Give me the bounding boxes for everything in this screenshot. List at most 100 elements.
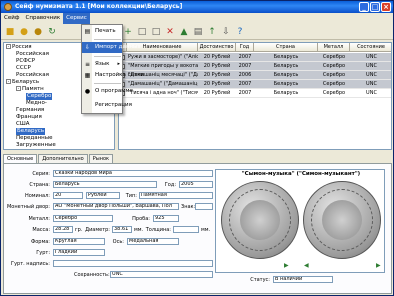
tree-node-belarus-group[interactable]: - Беларусь — [6, 79, 39, 86]
tree-node-copper-nickel[interactable]: Медно- — [26, 100, 47, 107]
edge-field[interactable]: Гладкий — [53, 249, 105, 256]
shape-label: Форма: — [30, 239, 50, 245]
menu-safe[interactable]: Сейф — [1, 13, 23, 24]
main-window: Сейф нумизмата 1.1 [Мои коллекции\Белару… — [0, 0, 394, 296]
mass-unit: гр. — [75, 227, 83, 233]
tree-node-france[interactable]: Франция — [16, 114, 42, 121]
fineness-field[interactable]: 925 — [153, 215, 179, 222]
diameter-field[interactable]: 38.61 — [112, 226, 132, 233]
export-icon[interactable]: ⇩ — [220, 26, 232, 38]
coin-stack-icon[interactable]: ● — [32, 26, 44, 38]
copy-icon[interactable]: □ — [136, 26, 148, 38]
cell-country: Беларусь — [273, 72, 299, 78]
table-row[interactable]: "Дамашаніц" ("Дамашаніц- 20 Рублей 2007 … — [119, 80, 391, 89]
language-icon: ≡ — [84, 61, 91, 68]
cell-condition: UNC — [366, 90, 377, 96]
tree-node-silver[interactable]: Серебро — [26, 93, 53, 100]
title-bar: Сейф нумизмата 1.1 [Мои коллекции\Белару… — [1, 1, 393, 13]
tab-additional[interactable]: Дополнительно — [38, 154, 88, 163]
coin-photo-caption: "Сымон-музыка" ("Симон-музыкант") — [241, 171, 361, 177]
mark-field[interactable] — [195, 203, 213, 210]
mass-label: Масса: — [32, 227, 50, 233]
arrow-up-icon[interactable]: ↑ — [206, 26, 218, 38]
table-row[interactable]: "Мягкие пригоды у вокоталі" ("Пр 20 Рубл… — [119, 62, 391, 71]
tab-market[interactable]: Рынок — [88, 154, 114, 163]
tree-node-ussr[interactable]: СССР — [16, 65, 31, 72]
menu-item-registration[interactable]: Регистрация — [82, 100, 132, 111]
details-panel: Серия: Сказки народов мира Страна: Белар… — [3, 163, 392, 294]
close-button[interactable]: × — [381, 2, 391, 12]
table-row[interactable]: "Дамашаніц месячаці" ("Дамашаніц 20 Рубл… — [119, 71, 391, 80]
cell-denomination: 20 Рублей — [203, 81, 231, 87]
menu-item-language[interactable]: ≡ Язык ▸ — [82, 59, 122, 70]
table-row[interactable]: Ружи в засмосторе)" ("Аліса ў к 20 Рубле… — [119, 53, 391, 62]
obverse-next-arrow-icon[interactable]: ▶ — [284, 262, 289, 269]
add-icon[interactable]: + — [122, 26, 134, 38]
tree-node-russian-federation[interactable]: Российская — [16, 72, 49, 79]
coin-icon[interactable]: ● — [18, 26, 30, 38]
tree-node-loaded[interactable]: Загруженные — [16, 142, 56, 149]
metal-label: Металл: — [28, 216, 50, 222]
edge-inscription-field[interactable] — [53, 260, 213, 267]
type-label: Тип: — [125, 193, 137, 199]
cell-year: 2007 — [238, 81, 252, 87]
cell-year: 2007 — [238, 63, 252, 69]
minimize-button[interactable]: _ — [359, 2, 369, 12]
reverse-next-arrow-icon[interactable]: ▶ — [376, 262, 381, 269]
menu-reference[interactable]: Справочник — [23, 13, 64, 24]
grid-col-country[interactable]: Страна — [254, 43, 318, 52]
menu-separator — [94, 83, 121, 84]
tree-node-transferred[interactable]: Переданные — [16, 135, 53, 142]
type-field[interactable]: Памятная — [139, 192, 213, 199]
tree-node-russia[interactable]: - Россия — [6, 44, 32, 51]
tree-node-rsfsr[interactable]: РСФСР — [16, 58, 35, 65]
tree-node-usa[interactable]: США — [16, 121, 29, 128]
coin-obverse-image[interactable] — [221, 181, 299, 259]
delete-icon[interactable]: ✕ — [164, 26, 176, 38]
thickness-field[interactable] — [173, 226, 199, 233]
denomination-label: Номинал: — [24, 193, 50, 199]
tree-node-belarus[interactable]: Беларусь — [16, 128, 46, 135]
reverse-prev-arrow-icon[interactable]: ◀ — [304, 262, 309, 269]
cell-denomination: 20 Рублей — [203, 90, 231, 96]
grid-header: Наименование Достоинство Год Страна Мета… — [119, 43, 391, 52]
grid-col-denomination[interactable]: Достоинство — [198, 43, 236, 52]
status-field[interactable]: В наличии — [273, 276, 333, 283]
series-field[interactable]: Сказки народов мира — [53, 170, 213, 177]
table-row[interactable]: "Тисяча і адна ноч" ("Тисяча и одна 20 Р… — [119, 89, 391, 98]
status-label: Статус: — [250, 277, 270, 283]
safety-field[interactable]: UNC — [110, 271, 213, 278]
cell-condition: UNC — [366, 81, 377, 87]
edge-label: Гурт: — [36, 250, 50, 256]
help-icon[interactable]: ? — [234, 26, 246, 38]
open-folder-icon[interactable]: ■ — [4, 26, 16, 38]
currency-field[interactable]: Рублей — [86, 192, 120, 199]
tree-node-germany[interactable]: Германия — [16, 107, 44, 114]
menu-item-grid-settings[interactable]: ▦ Настройка сетки — [82, 70, 144, 81]
fineness-label: Проба: — [132, 216, 150, 222]
tree-node-commemorative[interactable]: - Памятн — [16, 86, 44, 93]
shape-field[interactable]: Круглая — [53, 238, 105, 245]
metal-field[interactable]: Серебро — [53, 215, 113, 222]
menu-item-import[interactable]: ⇩ Импорт данных — [82, 42, 141, 53]
document-icon[interactable]: □ — [150, 26, 162, 38]
year-field[interactable]: 2005 — [179, 181, 213, 188]
country-field[interactable]: Беларусь — [53, 181, 157, 188]
menu-item-print[interactable]: ▤ Печать — [82, 26, 122, 37]
mass-field[interactable]: 28.28 — [53, 226, 73, 233]
tree-node-russian-empire[interactable]: Российская — [16, 51, 49, 58]
grid-col-condition[interactable]: Состояние — [350, 43, 391, 52]
maximize-button[interactable]: □ — [370, 2, 380, 12]
print-icon[interactable]: ▤ — [192, 26, 204, 38]
mint-field[interactable]: АО "Монетный двор Польши", Варшава, Пол — [53, 203, 179, 210]
grid-col-year[interactable]: Год — [236, 43, 254, 52]
grid-col-metal[interactable]: Металл — [318, 43, 350, 52]
menu-item-about[interactable]: ● О программе... — [82, 86, 138, 97]
axis-field[interactable]: Медальная — [127, 238, 179, 245]
thickness-unit: мм. — [201, 227, 211, 233]
denomination-field[interactable]: 20 — [53, 192, 83, 199]
menu-service[interactable]: Сервис — [63, 13, 90, 24]
coin-reverse-image[interactable] — [303, 181, 381, 259]
refresh-icon[interactable]: ↻ — [46, 26, 58, 38]
save-icon[interactable]: ▲ — [178, 26, 190, 38]
